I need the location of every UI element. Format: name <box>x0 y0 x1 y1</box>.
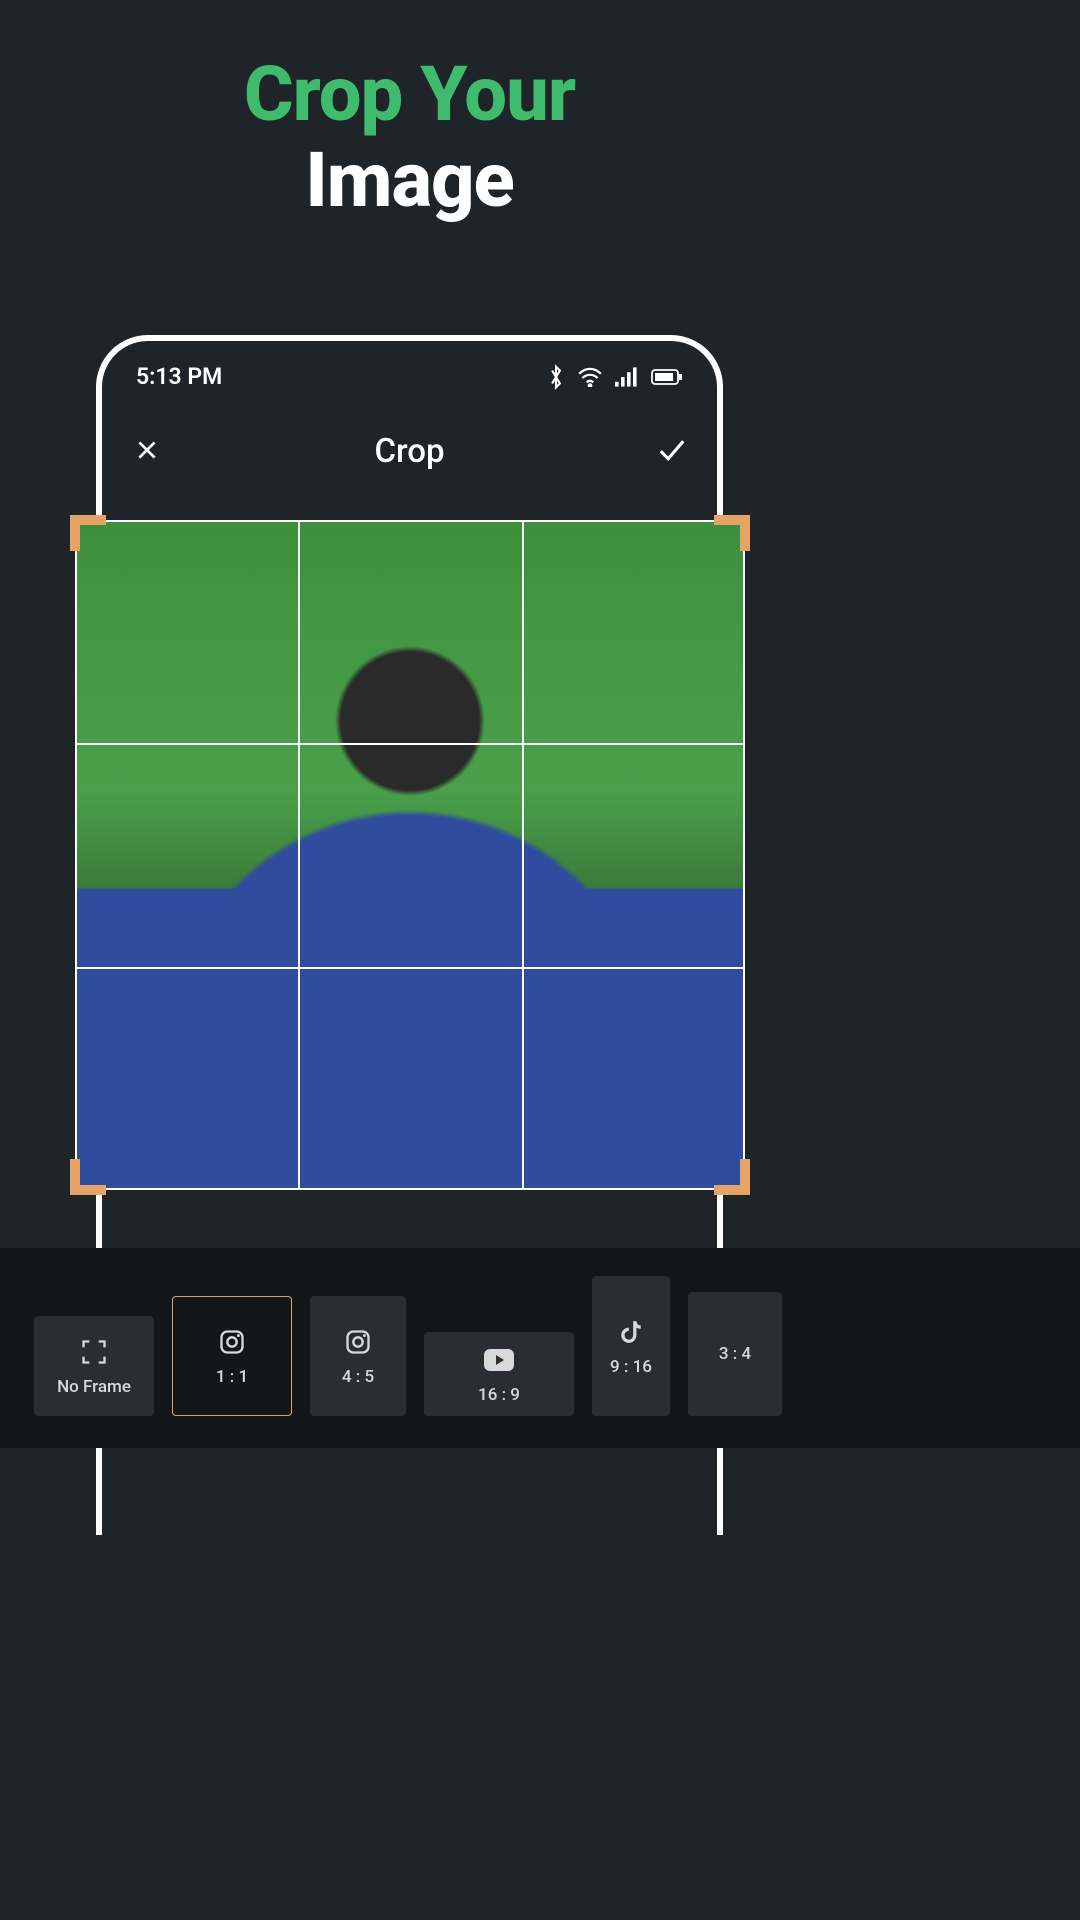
status-time: 5:13 PM <box>136 363 222 390</box>
ratio-9-16[interactable]: 9 : 16 <box>592 1276 670 1416</box>
close-button[interactable] <box>130 435 164 469</box>
signal-icon <box>615 367 639 387</box>
fullscreen-icon <box>80 1335 108 1369</box>
crop-handle-bottom-right[interactable] <box>714 1159 750 1195</box>
status-bar: 5:13 PM <box>102 341 717 390</box>
youtube-icon <box>484 1343 514 1377</box>
crop-handle-top-left[interactable] <box>70 515 106 551</box>
ratio-no-frame[interactable]: No Frame <box>34 1316 154 1416</box>
wifi-icon <box>577 367 603 387</box>
ratio-16-9[interactable]: 16 : 9 <box>424 1332 574 1416</box>
crop-image <box>75 520 745 1190</box>
status-icons <box>547 364 683 390</box>
tiktok-icon <box>620 1315 642 1349</box>
crop-area[interactable] <box>75 520 745 1190</box>
instagram-icon <box>218 1325 246 1359</box>
ratio-label: 16 : 9 <box>478 1385 520 1405</box>
battery-icon <box>651 368 683 386</box>
ratio-3-4[interactable]: 3 : 4 <box>688 1292 782 1416</box>
confirm-button[interactable] <box>655 435 689 469</box>
bluetooth-icon <box>547 364 565 390</box>
ratio-label: 4 : 5 <box>342 1367 374 1387</box>
aspect-ratio-bar: No Frame 1 : 1 4 : 5 16 <box>0 1248 1080 1448</box>
ratio-label: 9 : 16 <box>610 1357 652 1377</box>
ratio-label: 1 : 1 <box>216 1367 248 1387</box>
ratio-label: No Frame <box>57 1377 131 1397</box>
crop-handle-bottom-left[interactable] <box>70 1159 106 1195</box>
check-icon <box>657 437 687 467</box>
promo-line-2: Image <box>0 141 819 221</box>
close-icon <box>134 437 160 467</box>
screen-header: Crop <box>102 390 717 493</box>
promo-title: Crop Your Image <box>0 0 819 221</box>
ratio-4-5[interactable]: 4 : 5 <box>310 1296 406 1416</box>
ratio-label: 3 : 4 <box>719 1344 751 1364</box>
promo-line-1: Crop Your <box>0 55 819 135</box>
screen-title: Crop <box>374 432 444 471</box>
instagram-icon <box>344 1325 372 1359</box>
ratio-1-1[interactable]: 1 : 1 <box>172 1296 292 1416</box>
crop-handle-top-right[interactable] <box>714 515 750 551</box>
